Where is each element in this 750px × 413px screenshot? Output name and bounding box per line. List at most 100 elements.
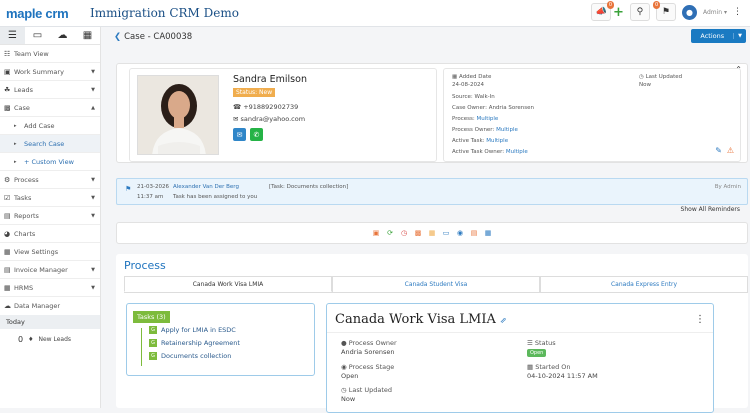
cloud-icon: ☁: [4, 302, 11, 310]
sidebar-item-process[interactable]: ⚙ Process ▼: [0, 171, 100, 189]
sidebar-item-work-summary[interactable]: ▣ Work Summary ▼: [0, 63, 100, 81]
caret-down-icon: ▼: [91, 86, 95, 93]
tab-canada-student-visa[interactable]: Canada Student Visa: [332, 276, 540, 292]
calendar-icon[interactable]: ▦: [75, 27, 100, 44]
caret-down-icon: ▼: [91, 266, 95, 273]
topbar-actions: 📣 0 + ⚲ ⚑ 0 ● Admin ▾ ⋮: [591, 1, 742, 21]
email-row: ✉ sandra@yahoo.com: [233, 115, 305, 123]
process-link[interactable]: Multiple: [476, 116, 498, 122]
search-button[interactable]: ⚲: [629, 3, 650, 21]
refresh-icon[interactable]: ⟳: [385, 228, 395, 238]
megaphone-button[interactable]: 📣 0: [591, 1, 615, 21]
sidebar-item-leads[interactable]: ☘ Leads ▼: [0, 81, 100, 99]
collapse-icon[interactable]: ⌃: [735, 65, 742, 74]
bell-icon: ⚑: [125, 185, 132, 193]
image-icon[interactable]: ▤: [469, 228, 479, 238]
sidebar-item-label: Work Summary: [14, 67, 64, 76]
last-updated-row: ◷ Last Updated: [639, 74, 682, 80]
sidebar-item-data-manager[interactable]: ☁ Data Manager: [0, 297, 100, 315]
active-task-owner-label: Active Task Owner:: [452, 149, 505, 155]
app-logo[interactable]: maple crm: [0, 6, 90, 21]
active-task-owner-link[interactable]: Multiple: [506, 149, 528, 155]
whatsapp-icon: ✆: [253, 130, 260, 139]
calendar-icon[interactable]: ▦: [427, 228, 437, 238]
table-icon[interactable]: ▦: [483, 228, 493, 238]
envelope-icon: ✉: [233, 115, 239, 123]
added-date-row: ▦ Added Date: [452, 74, 491, 80]
sidebar-item-hrms[interactable]: ▦ HRMS ▼: [0, 279, 100, 297]
document-icon[interactable]: ▣: [371, 228, 381, 238]
team-icon: ☷: [4, 49, 11, 58]
actions-label: Actions: [700, 32, 725, 40]
status-field-label: ☰ Status: [527, 339, 556, 347]
tab-canada-express-entry[interactable]: Canada Express Entry: [540, 276, 748, 292]
last-updated-field-value: Now: [341, 395, 356, 403]
bell-icon: ⚑: [661, 7, 670, 17]
monitor-icon[interactable]: ▭: [441, 228, 451, 238]
tab-canada-work-visa-lmia[interactable]: Canada Work Visa LMIA: [124, 276, 332, 292]
sidebar-item-label: View Settings: [14, 247, 59, 256]
external-link-icon[interactable]: ⇗: [500, 316, 507, 325]
reminder-author[interactable]: Alexander Van Der Berg: [173, 184, 239, 190]
case-toolbar: ▣ ⟳ ◷ ▩ ▦ ▭ ◉ ▤ ▦: [116, 222, 748, 244]
email-button[interactable]: ✉: [233, 128, 246, 141]
task-item[interactable]: G Documents collection: [149, 352, 231, 360]
monitor-icon[interactable]: ▭: [25, 27, 50, 44]
user-menu[interactable]: Admin ▾: [703, 9, 727, 16]
top-bar: maple crm Immigration CRM Demo 📣 0 + ⚲ ⚑…: [0, 0, 750, 27]
cloud-icon[interactable]: ☁: [50, 27, 75, 44]
actions-button[interactable]: Actions ▼: [691, 29, 746, 43]
active-task-link[interactable]: Multiple: [486, 138, 508, 144]
sidebar-item-custom-view[interactable]: ▸ + Custom View: [0, 153, 100, 171]
sidebar-item-charts[interactable]: ◕ Charts: [0, 225, 100, 243]
bell-button[interactable]: ⚑ 0: [652, 1, 676, 21]
sidebar-item-reports[interactable]: ▤ Reports ▼: [0, 207, 100, 225]
profile-photo: [137, 75, 219, 155]
sidebar-item-tasks[interactable]: ☑ Tasks ▼: [0, 189, 100, 207]
user-avatar[interactable]: ●: [681, 4, 697, 20]
task-g-icon: G: [149, 352, 157, 360]
warning-icon[interactable]: ⚠: [727, 146, 734, 155]
sidebar-item-add-case[interactable]: ▸ Add Case: [0, 117, 100, 135]
sidebar-item-label: Process: [14, 175, 39, 184]
whatsapp-button[interactable]: ✆: [250, 128, 263, 141]
task-item[interactable]: G Apply for LMIA in ESDC: [149, 326, 236, 334]
add-icon[interactable]: +: [613, 5, 624, 20]
source-row: Source: Walk-In: [452, 94, 495, 100]
tasks-header[interactable]: Tasks (3): [133, 311, 170, 323]
show-all-reminders-link[interactable]: Show All Reminders: [681, 206, 740, 213]
process-owner-link[interactable]: Multiple: [496, 127, 518, 133]
sidebar-item-view-settings[interactable]: ▦ View Settings: [0, 243, 100, 261]
user-icon: ●: [685, 7, 693, 17]
briefcase-icon: ▣: [4, 67, 11, 76]
email-address[interactable]: sandra@yahoo.com: [241, 115, 306, 123]
sidebar-item-label: Invoice Manager: [14, 265, 68, 274]
process-section: Process Canada Work Visa LMIA Canada Stu…: [116, 254, 748, 413]
back-chevron-icon[interactable]: ❮: [114, 32, 121, 42]
more-icon[interactable]: ⋮: [733, 7, 742, 17]
sidebar-item-label: Search Case: [24, 139, 65, 148]
megaphone-icon: 📣: [595, 7, 607, 17]
sidebar-item-team-view[interactable]: ☷ Team View: [0, 45, 100, 63]
book-icon[interactable]: ▩: [413, 228, 423, 238]
chevron-down-icon[interactable]: ▼: [733, 33, 746, 39]
invoice-icon: ▤: [4, 265, 11, 274]
edit-icon[interactable]: ✎: [715, 146, 722, 155]
new-leads-stat[interactable]: 0 ♦ New Leads: [0, 329, 100, 344]
source-label: Source:: [452, 94, 473, 100]
source-value: Walk-In: [474, 94, 495, 100]
kebab-menu-icon[interactable]: ⋮: [695, 314, 705, 325]
sidebar-item-label: Team View: [14, 49, 49, 58]
list-view-icon[interactable]: ☰: [0, 27, 25, 44]
chat-icon[interactable]: ◉: [455, 228, 465, 238]
task-item[interactable]: G Retainership Agreement: [149, 339, 240, 347]
sidebar-item-label: Charts: [14, 229, 36, 238]
clock-icon[interactable]: ◷: [399, 228, 409, 238]
process-owner-field-label: ● Process Owner: [341, 339, 397, 347]
added-date-value: 24-08-2024: [452, 82, 484, 88]
phone-number[interactable]: +918892902739: [243, 103, 298, 111]
sidebar-item-invoice-manager[interactable]: ▤ Invoice Manager ▼: [0, 261, 100, 279]
reports-icon: ▤: [4, 211, 11, 220]
sidebar-item-case[interactable]: ▩ Case ▲: [0, 99, 100, 117]
sidebar-item-search-case[interactable]: ▸ Search Case: [0, 135, 100, 153]
